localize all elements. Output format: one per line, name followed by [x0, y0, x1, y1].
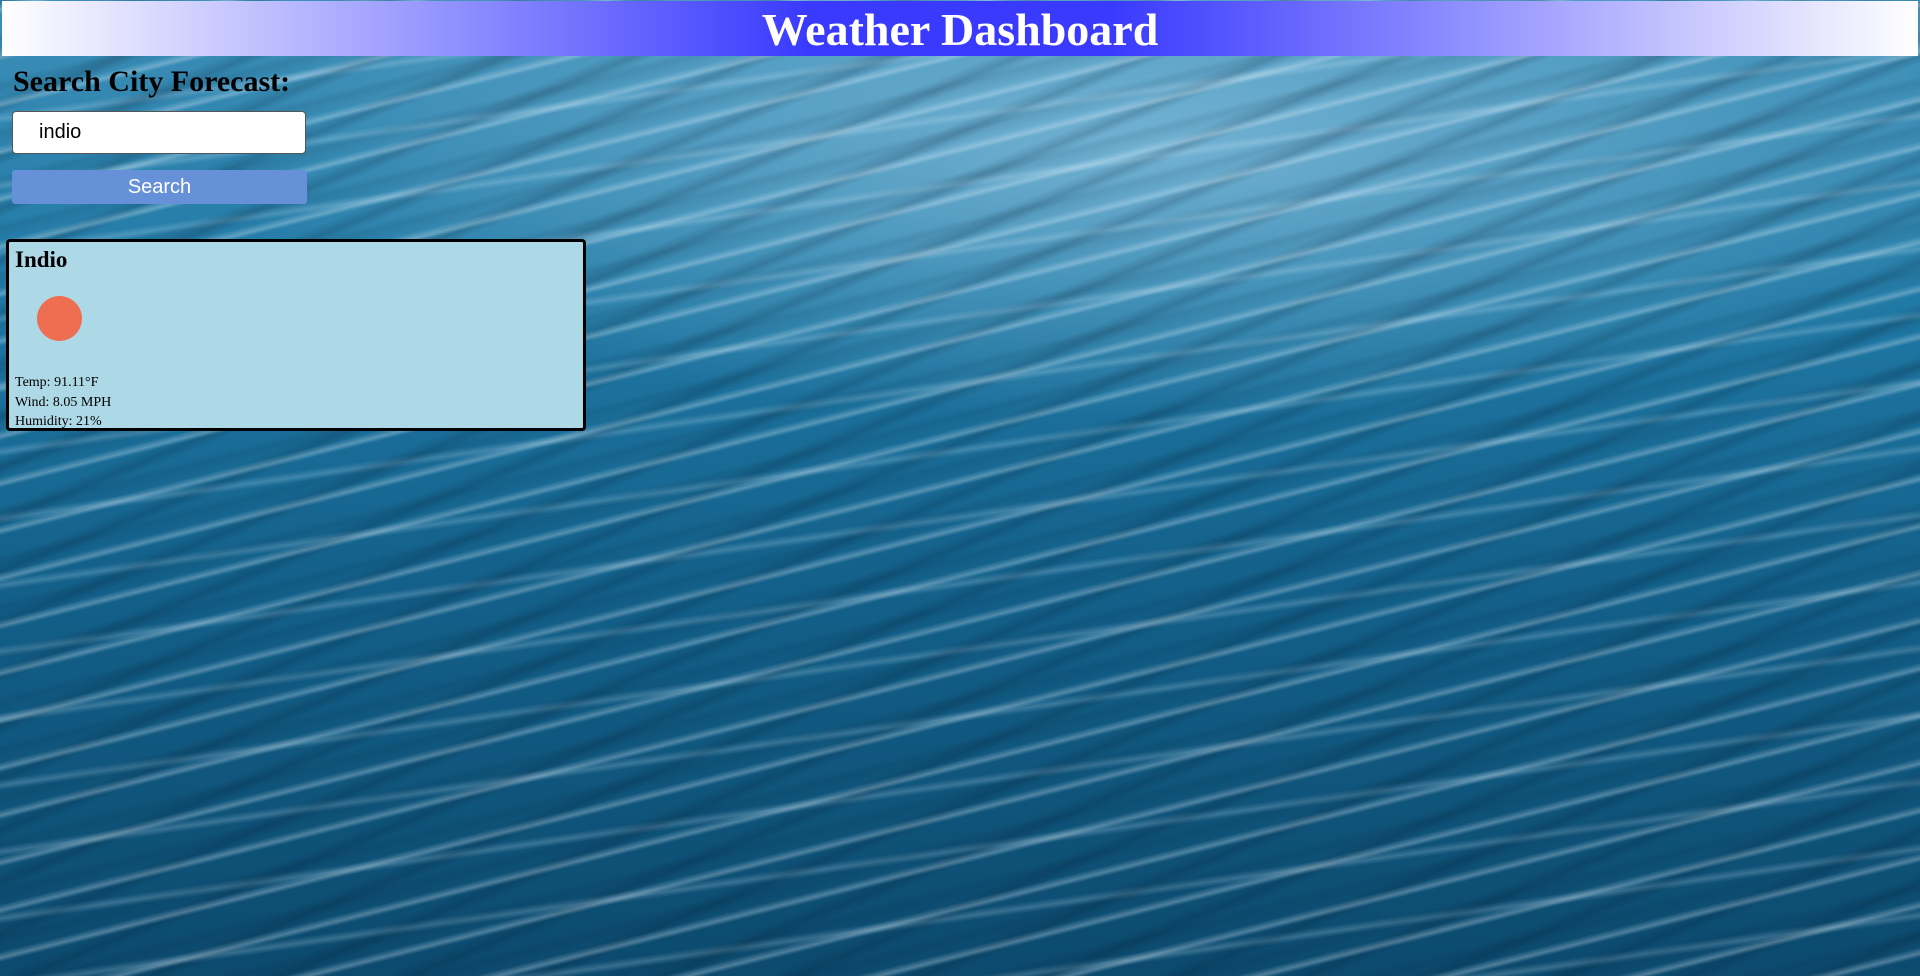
sun-icon — [37, 296, 82, 341]
page-title: Weather Dashboard — [761, 4, 1159, 55]
search-section-label: Search City Forecast: — [13, 65, 291, 98]
humidity-text: Humidity: 21% — [15, 414, 102, 429]
temperature-text: Temp: 91.11°F — [15, 375, 99, 390]
city-name: Indio — [15, 247, 68, 272]
page-header: Weather Dashboard — [2, 1, 1918, 56]
current-weather-card: Indio Temp: 91.11°F Wind: 8.05 MPH Humid… — [6, 239, 586, 431]
weather-stats: Temp: 91.11°F Wind: 8.05 MPH Humidity: 2… — [15, 373, 111, 432]
wind-text: Wind: 8.05 MPH — [15, 394, 112, 410]
city-search-input[interactable] — [12, 111, 306, 154]
search-button[interactable]: Search — [12, 170, 307, 204]
